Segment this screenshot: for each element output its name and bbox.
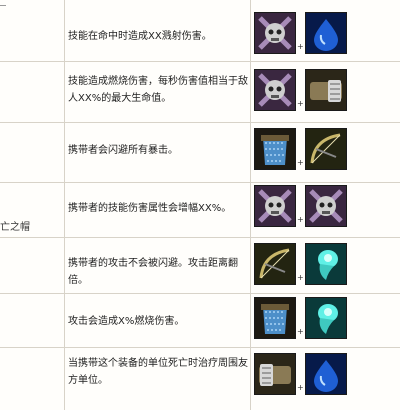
chainmail-icon xyxy=(254,128,296,170)
spirit-wisp-icon xyxy=(305,243,347,285)
plus-sign: + xyxy=(297,383,304,392)
gauntlet-icon xyxy=(254,353,296,395)
table-row: 携带者的攻击不会被闪避。攻击距离翻倍。 + xyxy=(0,237,400,294)
gauntlet-icon xyxy=(305,69,347,111)
row-description: 攻击会造成X%燃烧伤害。 xyxy=(68,316,185,327)
row-description: 技能造成燃烧伤害，每秒伤害值相当于敌人XX%的最大生命值。 xyxy=(68,76,248,104)
plus-sign: + xyxy=(297,42,304,51)
table-row: 亡之帽 携带者的技能伤害属性会增幅XX%。 + xyxy=(0,182,400,238)
row-description: 携带者会闪避所有暴击。 xyxy=(68,145,178,156)
skull-crossbones-icon xyxy=(254,185,296,227)
plus-sign: + xyxy=(297,327,304,336)
table-row: 技能造成燃烧伤害，每秒伤害值相当于敌人XX%的最大生命值。 + xyxy=(0,61,400,123)
row-description: 携带者的技能伤害属性会增幅XX%。 xyxy=(68,203,232,214)
table-row: 技能在命中时造成XX溅射伤害。 + xyxy=(0,0,400,62)
bow-icon xyxy=(254,243,296,285)
item-combination-table: 技能在命中时造成XX溅射伤害。 + 技能造成燃烧伤害，每秒伤害值相当于敌人XX%… xyxy=(0,0,400,410)
spirit-wisp-icon xyxy=(305,297,347,339)
skull-crossbones-icon xyxy=(254,69,296,111)
row-description: 携带者的攻击不会被闪避。攻击距离翻倍。 xyxy=(68,258,238,286)
skull-crossbones-icon xyxy=(305,185,347,227)
plus-sign: + xyxy=(297,273,304,282)
chainmail-icon xyxy=(254,297,296,339)
table-row: 携带者会闪避所有暴击。 + xyxy=(0,122,400,183)
skull-crossbones-icon xyxy=(254,12,296,54)
blue-drop-icon xyxy=(305,12,347,54)
table-row: 攻击会造成X%燃烧伤害。 + xyxy=(0,293,400,348)
plus-sign: + xyxy=(297,215,304,224)
plus-sign: + xyxy=(297,99,304,108)
table-row: 当携带这个装备的单位死亡时治疗周围友方单位。 + xyxy=(0,347,400,410)
row-description: 当携带这个装备的单位死亡时治疗周围友方单位。 xyxy=(68,358,248,386)
item-name-fragment: 亡之帽 xyxy=(0,222,30,233)
plus-sign: + xyxy=(297,158,304,167)
row-description: 技能在命中时造成XX溅射伤害。 xyxy=(68,31,212,42)
bow-icon xyxy=(305,128,347,170)
blue-drop-icon xyxy=(305,353,347,395)
